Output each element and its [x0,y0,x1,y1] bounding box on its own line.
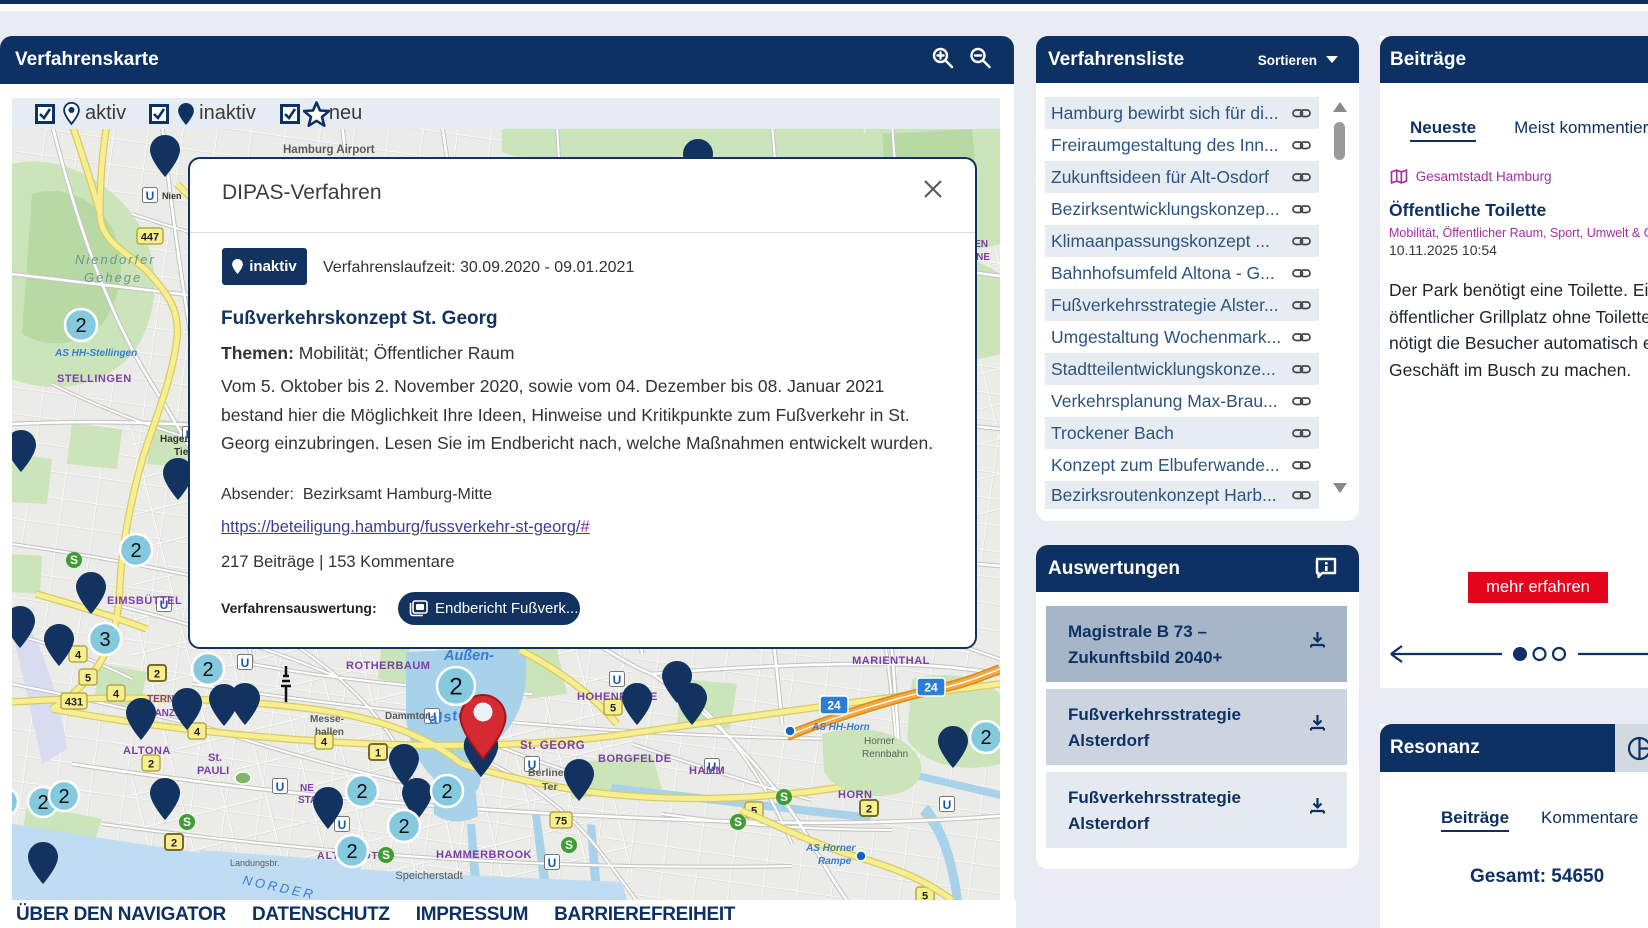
svg-text:Speicherstadt: Speicherstadt [395,870,462,882]
svg-text:2: 2 [346,841,357,863]
svg-text:2: 2 [398,816,409,838]
svg-text:BORGFELDE: BORGFELDE [598,753,672,765]
svg-text:2: 2 [58,786,69,808]
svg-text:S: S [565,838,573,852]
svg-text:St. GEORG: St. GEORG [520,740,585,752]
svg-text:Niendorfer: Niendorfer [75,252,156,267]
svg-text:U: U [338,818,347,832]
svg-text:Berliner: Berliner [528,767,568,779]
svg-text:PAULI: PAULI [197,765,229,777]
svg-text:2: 2 [37,792,48,814]
svg-text:S: S [780,790,788,804]
svg-text:EIMSBÜTTEL: EIMSBÜTTEL [107,594,182,607]
svg-text:U: U [276,780,285,794]
svg-text:HORN: HORN [838,789,872,801]
svg-text:4: 4 [321,737,328,749]
svg-text:S: S [70,553,78,567]
svg-text:24: 24 [827,699,841,713]
svg-text:S: S [183,815,191,829]
svg-text:U: U [613,673,622,687]
svg-text:2: 2 [356,781,367,803]
svg-text:U: U [241,656,250,670]
svg-text:2: 2 [130,540,141,562]
svg-text:2: 2 [75,315,86,337]
svg-text:AS HH-Stellingen: AS HH-Stellingen [54,348,137,359]
svg-text:4: 4 [113,689,120,701]
svg-text:2: 2 [171,838,177,850]
svg-text:2: 2 [154,669,160,681]
svg-text:Dammtor: Dammtor [385,711,429,722]
svg-text:Ter: Ter [542,781,558,793]
svg-text:Horner: Horner [864,736,895,747]
svg-text:2: 2 [449,673,462,700]
svg-text:3: 3 [99,629,110,651]
svg-text:2: 2 [441,781,452,803]
svg-text:2: 2 [866,804,872,816]
svg-text:MARIENTHAL: MARIENTHAL [852,655,930,667]
svg-text:St.: St. [208,752,222,764]
svg-text:hallen: hallen [315,727,344,738]
svg-text:AS Horner: AS Horner [805,843,857,854]
svg-text:Rampe: Rampe [818,856,852,867]
svg-text:431: 431 [65,697,83,709]
svg-text:U: U [943,798,952,812]
svg-text:2: 2 [148,759,154,771]
svg-text:S: S [734,815,742,829]
svg-text:AS HH-Horn: AS HH-Horn [811,722,870,733]
svg-text:ROTHERBAUM: ROTHERBAUM [346,660,430,672]
svg-text:Rennbahn: Rennbahn [862,749,908,760]
svg-text:U: U [548,856,557,870]
svg-text:HAMM: HAMM [689,765,725,777]
svg-text:HAMMERBROOK: HAMMERBROOK [436,849,532,861]
svg-text:447: 447 [141,232,159,244]
svg-text:Hamburg Airport: Hamburg Airport [283,144,375,156]
svg-text:ALTONA: ALTONA [123,745,171,757]
svg-text:4: 4 [75,650,82,662]
svg-text:STELLINGEN: STELLINGEN [57,373,132,385]
svg-text:U: U [146,189,155,203]
svg-text:Landungsbr.: Landungsbr. [230,858,280,868]
svg-text:4: 4 [194,727,201,739]
svg-text:S: S [382,848,390,862]
svg-text:24: 24 [924,681,938,695]
svg-text:Außen-: Außen- [443,648,494,664]
svg-text:75: 75 [555,816,567,828]
svg-text:Nien: Nien [162,191,182,201]
svg-text:2: 2 [202,659,213,681]
svg-text:NE: NE [300,783,314,794]
svg-text:5: 5 [922,891,928,901]
svg-text:2: 2 [980,727,991,749]
svg-text:Messe-: Messe- [310,714,344,725]
svg-text:5: 5 [85,673,91,685]
svg-text:Gehege: Gehege [84,270,142,285]
svg-text:5: 5 [610,703,616,715]
svg-text:1: 1 [375,748,381,760]
